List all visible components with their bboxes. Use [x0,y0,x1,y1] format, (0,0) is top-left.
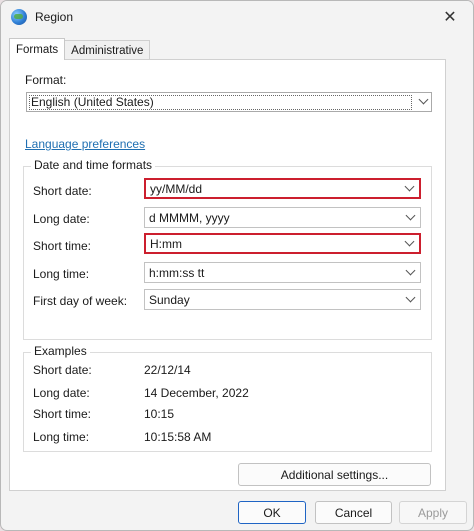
chevron-down-icon [405,210,416,220]
example-short-time-label: Short time: [33,407,92,421]
first-day-of-week-label: First day of week: [33,294,128,308]
short-date-value: yy/MM/dd [150,181,203,196]
long-date-select[interactable]: d MMMM, yyyy [144,207,421,228]
chevron-down-icon [404,181,415,191]
example-short-date-value: 22/12/14 [144,363,191,377]
short-time-value: H:mm [150,236,182,251]
chevron-down-icon [404,236,415,246]
long-time-label: Long time: [33,267,90,281]
short-time-select[interactable]: H:mm [144,233,421,254]
long-date-label: Long date: [33,212,90,226]
chevron-down-icon [405,292,416,302]
short-date-select[interactable]: yy/MM/dd [144,178,421,199]
chevron-down-icon [418,94,429,105]
example-long-date-value: 14 December, 2022 [144,386,249,400]
long-time-select[interactable]: h:mm:ss tt [144,262,421,283]
cancel-button[interactable]: Cancel [315,501,392,524]
long-date-value: d MMMM, yyyy [149,210,230,225]
first-day-of-week-value: Sunday [149,292,190,307]
format-select-value: English (United States) [29,94,412,110]
region-window: Region ✕ Formats Administrative Format: … [0,0,474,531]
format-select[interactable]: English (United States) [26,92,432,112]
ok-button[interactable]: OK [238,501,306,524]
examples-title: Examples [31,344,90,358]
example-long-time-label: Long time: [33,430,90,444]
date-time-formats-title: Date and time formats [31,158,156,172]
long-time-value: h:mm:ss tt [149,265,205,280]
short-time-label: Short time: [33,239,92,253]
language-preferences-link[interactable]: Language preferences [25,137,145,151]
first-day-of-week-select[interactable]: Sunday [144,289,421,310]
example-short-date-label: Short date: [33,363,92,377]
example-long-date-label: Long date: [33,386,90,400]
example-long-time-value: 10:15:58 AM [144,430,212,444]
format-label: Format: [25,73,67,87]
additional-settings-button[interactable]: Additional settings... [238,463,431,486]
apply-button[interactable]: Apply [399,501,467,524]
short-date-label: Short date: [33,184,92,198]
chevron-down-icon [405,265,416,275]
example-short-time-value: 10:15 [144,407,175,421]
